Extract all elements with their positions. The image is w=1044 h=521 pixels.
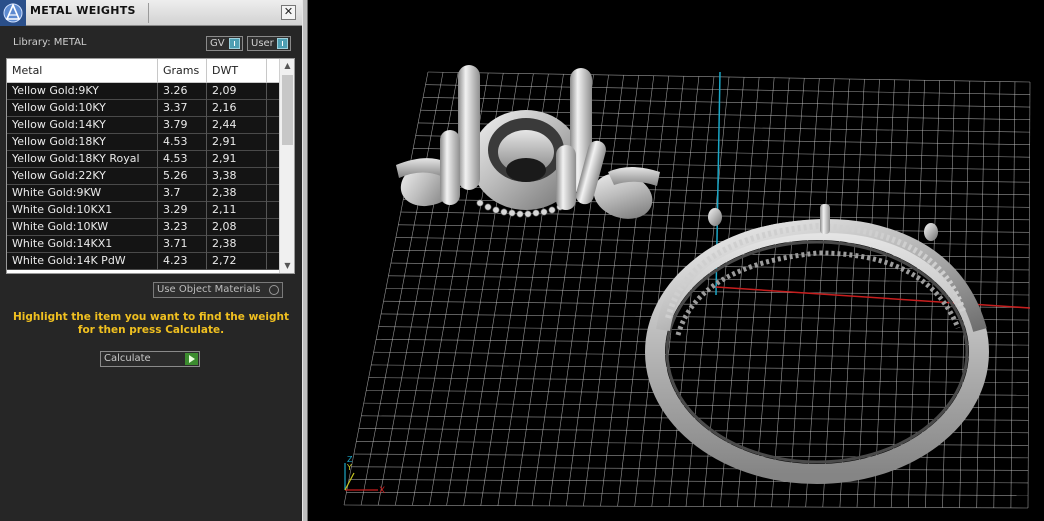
table-body: Yellow Gold:9KY 3.26 2,09 Yellow Gold:10KY 3…	[7, 83, 279, 270]
gv-toggle[interactable]: GV	[206, 36, 243, 51]
table-row[interactable]: White Gold:10KW 3.23 2,08	[7, 219, 279, 236]
calculate-button-label: Calculate	[104, 353, 151, 364]
app-logo-icon	[0, 0, 26, 26]
table-scrollbar[interactable]: ▲ ▼	[279, 59, 294, 273]
metal-weights-panel: METAL WEIGHTS ✕ Library: METAL GV User M…	[0, 0, 302, 521]
filler-cell	[267, 202, 279, 219]
table-row[interactable]: Yellow Gold:22KY 5.26 3,38	[7, 168, 279, 185]
filler-cell	[267, 100, 279, 117]
scroll-up-icon[interactable]: ▲	[280, 59, 294, 73]
library-label: Library: METAL	[13, 37, 87, 48]
grams-cell: 3.79	[158, 117, 207, 134]
3d-viewport[interactable]: X Y Z	[308, 0, 1044, 521]
metal-cell: Yellow Gold:9KY	[7, 83, 158, 100]
use-object-materials-option[interactable]: Use Object Materials	[153, 282, 283, 298]
grams-cell: 4.53	[158, 134, 207, 151]
grams-cell: 3.37	[158, 100, 207, 117]
dwt-cell: 2,44	[207, 117, 267, 134]
table-row[interactable]: Yellow Gold:9KY 3.26 2,09	[7, 83, 279, 100]
table-row[interactable]: White Gold:10KX1 3.29 2,11	[7, 202, 279, 219]
axis-y-label: Y	[346, 463, 352, 472]
column-header-grams[interactable]: Grams	[158, 59, 207, 83]
user-toggle-label: User	[251, 38, 274, 49]
ring-head-model[interactable]	[394, 65, 660, 226]
grams-cell: 3.29	[158, 202, 207, 219]
column-header-metal[interactable]: Metal	[7, 59, 158, 83]
table-row[interactable]: Yellow Gold:18KY 4.53 2,91	[7, 134, 279, 151]
table-row[interactable]: White Gold:14KX1 3.71 2,38	[7, 236, 279, 253]
use-object-materials-label: Use Object Materials	[157, 284, 261, 295]
grams-cell: 3.23	[158, 219, 207, 236]
dwt-cell: 2,09	[207, 83, 267, 100]
table-row[interactable]: Yellow Gold:10KY 3.37 2,16	[7, 100, 279, 117]
dwt-cell: 2,11	[207, 202, 267, 219]
filler-cell	[267, 185, 279, 202]
dwt-cell: 2,08	[207, 219, 267, 236]
filler-cell	[267, 168, 279, 185]
filler-cell	[267, 117, 279, 134]
radio-circle-icon[interactable]	[269, 285, 279, 295]
filler-cell	[267, 151, 279, 168]
filler-cell	[267, 134, 279, 151]
dwt-cell: 2,91	[207, 134, 267, 151]
dwt-cell: 3,38	[207, 168, 267, 185]
metal-cell: Yellow Gold:10KY	[7, 100, 158, 117]
user-toggle[interactable]: User	[247, 36, 291, 51]
grams-cell: 3.26	[158, 83, 207, 100]
viewport-canvas[interactable]: X Y Z	[308, 0, 1044, 521]
filler-cell	[267, 253, 279, 270]
grams-cell: 4.53	[158, 151, 207, 168]
grams-cell: 3.71	[158, 236, 207, 253]
metal-cell: Yellow Gold:18KY Royal	[7, 151, 158, 168]
metal-cell: Yellow Gold:22KY	[7, 168, 158, 185]
column-header-filler	[267, 59, 279, 83]
scroll-thumb[interactable]	[282, 75, 293, 145]
metal-cell: White Gold:10KW	[7, 219, 158, 236]
table-row[interactable]: White Gold:14K PdW 4.23 2,72	[7, 253, 279, 270]
metal-cell: White Gold:14KX1	[7, 236, 158, 253]
gv-toggle-label: GV	[210, 38, 225, 49]
filler-cell	[267, 83, 279, 100]
table-header: Metal Grams DWT	[7, 59, 279, 83]
toggle-switch-icon	[229, 38, 240, 49]
scroll-down-icon[interactable]: ▼	[280, 259, 294, 273]
toggle-switch-icon	[277, 38, 288, 49]
dwt-cell: 2,38	[207, 185, 267, 202]
dwt-cell: 2,91	[207, 151, 267, 168]
grams-cell: 4.23	[158, 253, 207, 270]
table-row[interactable]: White Gold:9KW 3.7 2,38	[7, 185, 279, 202]
play-arrow-icon[interactable]	[185, 353, 198, 365]
metal-cell: White Gold:14K PdW	[7, 253, 158, 270]
grams-cell: 5.26	[158, 168, 207, 185]
table-row[interactable]: Yellow Gold:14KY 3.79 2,44	[7, 117, 279, 134]
table-row[interactable]: Yellow Gold:18KY Royal 4.53 2,91	[7, 151, 279, 168]
instruction-text: Highlight the item you want to find the …	[13, 311, 289, 336]
axis-x-label: X	[379, 486, 385, 496]
axis-gizmo: X Y Z	[344, 455, 385, 496]
metal-table[interactable]: Metal Grams DWT Yellow Gold:9KY 3.26 2,09 Y…	[6, 58, 295, 274]
dwt-cell: 2,16	[207, 100, 267, 117]
metal-cell: Yellow Gold:18KY	[7, 134, 158, 151]
title-divider	[148, 3, 149, 23]
panel-title: METAL WEIGHTS	[30, 4, 136, 17]
filler-cell	[267, 236, 279, 253]
axis-z-label: Z	[347, 455, 353, 464]
column-header-dwt[interactable]: DWT	[207, 59, 267, 83]
dwt-cell: 2,38	[207, 236, 267, 253]
metal-cell: White Gold:10KX1	[7, 202, 158, 219]
metal-cell: White Gold:9KW	[7, 185, 158, 202]
metal-cell: Yellow Gold:14KY	[7, 117, 158, 134]
grams-cell: 3.7	[158, 185, 207, 202]
close-button[interactable]: ✕	[281, 5, 296, 20]
calculate-button[interactable]: Calculate	[100, 351, 200, 367]
panel-titlebar: METAL WEIGHTS ✕	[0, 0, 302, 26]
dwt-cell: 2,72	[207, 253, 267, 270]
filler-cell	[267, 219, 279, 236]
